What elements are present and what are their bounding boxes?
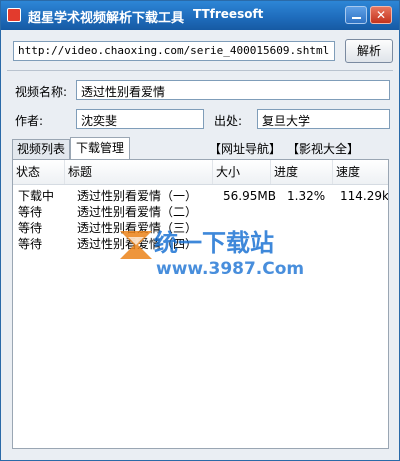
column-header-title[interactable]: 标题 xyxy=(65,160,213,184)
app-icon xyxy=(7,8,21,22)
brand-label: TTfreesoft xyxy=(193,7,264,21)
list-header: 状态 标题 大小 进度 速度 xyxy=(13,160,388,185)
title-cell: 透过性别看爱情（一） xyxy=(77,189,198,203)
app-window: 超星学术视频解析下载工具 TTfreesoft ✕ http://video.c… xyxy=(0,0,400,461)
movies-link[interactable]: 【影视大全】 xyxy=(287,140,359,157)
column-header-progress[interactable]: 进度 xyxy=(271,160,333,184)
table-row[interactable]: 下载中 透过性别看爱情（一） 56.95MB 1.32% 114.29kb/ xyxy=(13,189,388,204)
tab-video-list[interactable]: 视频列表 xyxy=(12,139,70,159)
site-nav-link[interactable]: 【网址导航】 xyxy=(209,140,281,157)
table-row[interactable]: 等待 透过性别看爱情（二） xyxy=(13,205,388,220)
watermark: 统一下载站 www.3987.Com xyxy=(114,223,304,293)
progress-cell: 1.32% xyxy=(287,189,326,203)
url-input[interactable]: http://video.chaoxing.com/serie_40001560… xyxy=(13,41,335,61)
minimize-button[interactable] xyxy=(345,6,367,24)
watermark-text: 统一下载站 xyxy=(154,229,274,257)
watermark-url: www.3987.Com xyxy=(156,259,305,279)
divider xyxy=(7,70,393,71)
video-name-label: 视频名称: xyxy=(15,85,68,99)
status-cell: 等待 xyxy=(18,205,43,219)
column-header-size[interactable]: 大小 xyxy=(213,160,271,184)
title-bar[interactable]: 超星学术视频解析下载工具 TTfreesoft ✕ xyxy=(1,1,399,30)
window-title: 超星学术视频解析下载工具 xyxy=(28,11,185,26)
download-list[interactable]: 状态 标题 大小 进度 速度 下载中 透过性别看爱情（一） 56.95MB 1.… xyxy=(12,159,389,449)
status-cell: 等待 xyxy=(18,221,43,235)
title-cell: 透过性别看爱情（二） xyxy=(77,205,198,219)
author-field[interactable]: 沈奕斐 xyxy=(76,109,204,129)
size-cell: 56.95MB xyxy=(223,189,276,203)
source-field[interactable]: 复旦大学 xyxy=(257,109,390,129)
minimize-icon xyxy=(352,17,361,19)
source-label: 出处: xyxy=(214,114,243,128)
tab-download-manager[interactable]: 下载管理 xyxy=(70,137,130,159)
author-label: 作者: xyxy=(15,114,44,128)
watermark-logo-icon xyxy=(120,231,152,259)
speed-cell: 114.29kb/ xyxy=(340,189,389,203)
status-cell: 等待 xyxy=(18,237,43,251)
column-header-status[interactable]: 状态 xyxy=(13,160,65,184)
status-cell: 下载中 xyxy=(18,189,55,203)
video-name-field[interactable]: 透过性别看爱情 xyxy=(76,80,390,100)
parse-button[interactable]: 解析 xyxy=(345,39,393,63)
close-icon: ✕ xyxy=(375,8,387,22)
column-header-speed[interactable]: 速度 xyxy=(333,160,388,184)
close-button[interactable]: ✕ xyxy=(370,6,392,24)
